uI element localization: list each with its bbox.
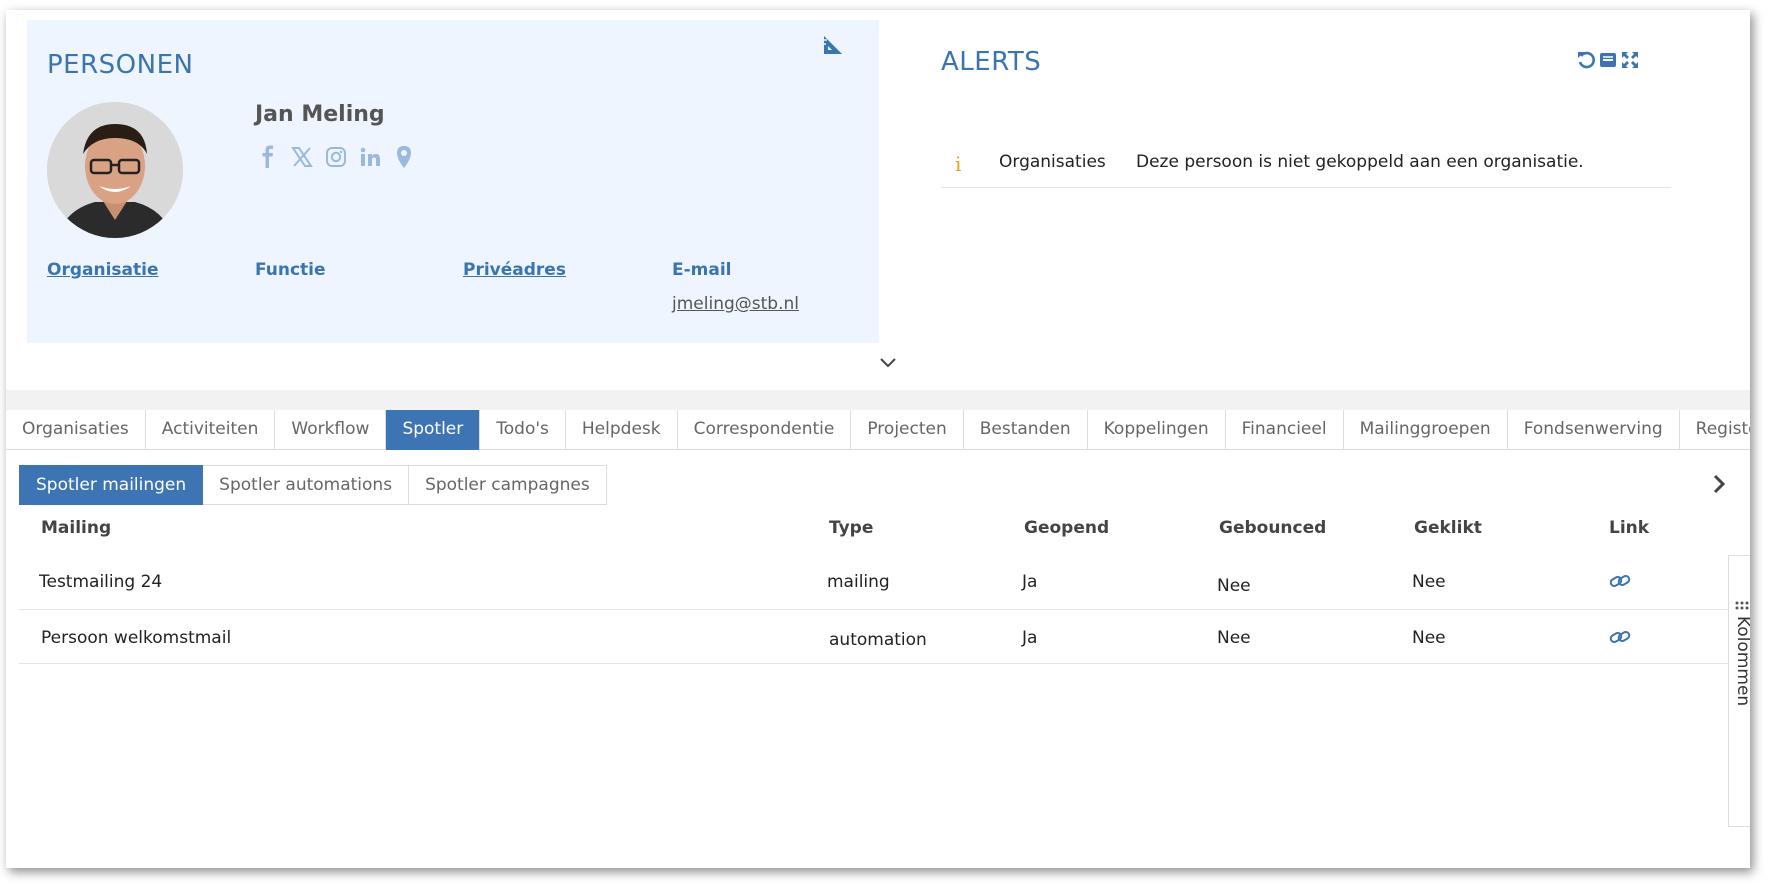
tab-bestanden[interactable]: Bestanden [964,410,1088,450]
cell-type: mailing [827,572,890,592]
sub-tabs: Spotler mailingen Spotler automations Sp… [19,465,607,505]
expand-icon[interactable] [1620,50,1640,70]
subtab-spotler-automations[interactable]: Spotler automations [203,465,410,505]
table-row[interactable]: Persoon welkomstmail automation Ja Nee N… [19,610,1729,664]
tab-mailinggroepen[interactable]: Mailinggroepen [1344,410,1508,450]
columns-panel-label: Kolommen [1733,616,1750,707]
tab-projecten[interactable]: Projecten [851,410,964,450]
info-icon: i [955,152,962,176]
tab-workflow[interactable]: Workflow [275,410,387,450]
tab-fondsenwerving[interactable]: Fondsenwerving [1508,410,1680,450]
tab-financieel[interactable]: Financieel [1226,410,1344,450]
link-icon[interactable] [1609,628,1631,646]
column-header-mailing[interactable]: Mailing [41,518,111,538]
alert-toolbar [1576,50,1640,70]
top-section: PERSONEN Jan Meling Organisatie Functie … [6,10,1750,390]
collapse-panel-icon[interactable] [1598,50,1618,70]
tab-spotler[interactable]: Spotler [386,410,481,450]
main-tabs: Organisaties Activiteiten Workflow Spotl… [6,410,1750,450]
cell-geklikt: Nee [1412,572,1446,592]
cell-gebounced: Nee [1217,576,1251,596]
cell-geklikt: Nee [1412,628,1446,648]
cell-mailing: Testmailing 24 [39,572,163,592]
section-divider [6,390,1750,410]
person-card: PERSONEN Jan Meling Organisatie Functie … [27,20,879,343]
grip-icon [1735,601,1749,610]
subtab-spotler-mailingen[interactable]: Spotler mailingen [19,465,204,505]
email-label: E-mail [672,260,732,280]
priveadres-link[interactable]: Privéadres [463,260,566,280]
chevron-down-icon[interactable] [878,356,898,370]
alert-category: Organisaties [999,152,1106,172]
cell-geopend: Ja [1022,572,1038,592]
tab-todos[interactable]: Todo's [480,410,566,450]
facebook-icon[interactable] [257,145,279,169]
social-links [257,145,415,169]
tab-koppelingen[interactable]: Koppelingen [1088,410,1226,450]
ruler-icon[interactable] [822,34,844,56]
cell-mailing: Persoon welkomstmail [41,628,232,648]
columns-side-panel-toggle[interactable]: Kolommen [1728,555,1750,827]
subtab-spotler-campagnes[interactable]: Spotler campagnes [409,465,607,505]
chevron-right-icon[interactable] [1711,473,1727,495]
email-value-link[interactable]: jmeling@stb.nl [672,294,799,314]
tab-helpdesk[interactable]: Helpdesk [566,410,678,450]
tab-correspondentie[interactable]: Correspondentie [678,410,852,450]
person-name: Jan Meling [255,102,385,127]
person-card-title: PERSONEN [47,50,194,80]
cell-gebounced: Nee [1217,628,1251,648]
app-frame: PERSONEN Jan Meling Organisatie Functie … [6,10,1750,868]
instagram-icon[interactable] [325,145,347,169]
alert-message: Deze persoon is niet gekoppeld aan een o… [1136,152,1584,172]
alerts-title: ALERTS [941,47,1042,77]
linkedin-icon[interactable] [359,145,381,169]
tab-registers[interactable]: Registers [1680,410,1750,450]
cell-geopend: Ja [1022,628,1038,648]
map-pin-icon[interactable] [393,145,415,169]
tab-activiteiten[interactable]: Activiteiten [146,410,276,450]
column-header-geklikt[interactable]: Geklikt [1414,518,1482,538]
x-icon[interactable] [291,145,313,169]
column-header-gebounced[interactable]: Gebounced [1219,518,1326,538]
refresh-icon[interactable] [1576,50,1596,70]
column-header-link[interactable]: Link [1609,518,1649,538]
organisatie-link[interactable]: Organisatie [47,260,158,280]
avatar [47,102,183,238]
cell-type: automation [829,630,927,650]
link-icon[interactable] [1609,572,1631,590]
column-header-type[interactable]: Type [829,518,873,538]
alert-row: i Organisaties Deze persoon is niet geko… [941,138,1671,188]
functie-label: Functie [255,260,326,280]
table-row[interactable]: Testmailing 24 mailing Ja Nee Nee [19,556,1729,610]
tab-organisaties[interactable]: Organisaties [6,410,146,450]
column-header-geopend[interactable]: Geopend [1024,518,1109,538]
